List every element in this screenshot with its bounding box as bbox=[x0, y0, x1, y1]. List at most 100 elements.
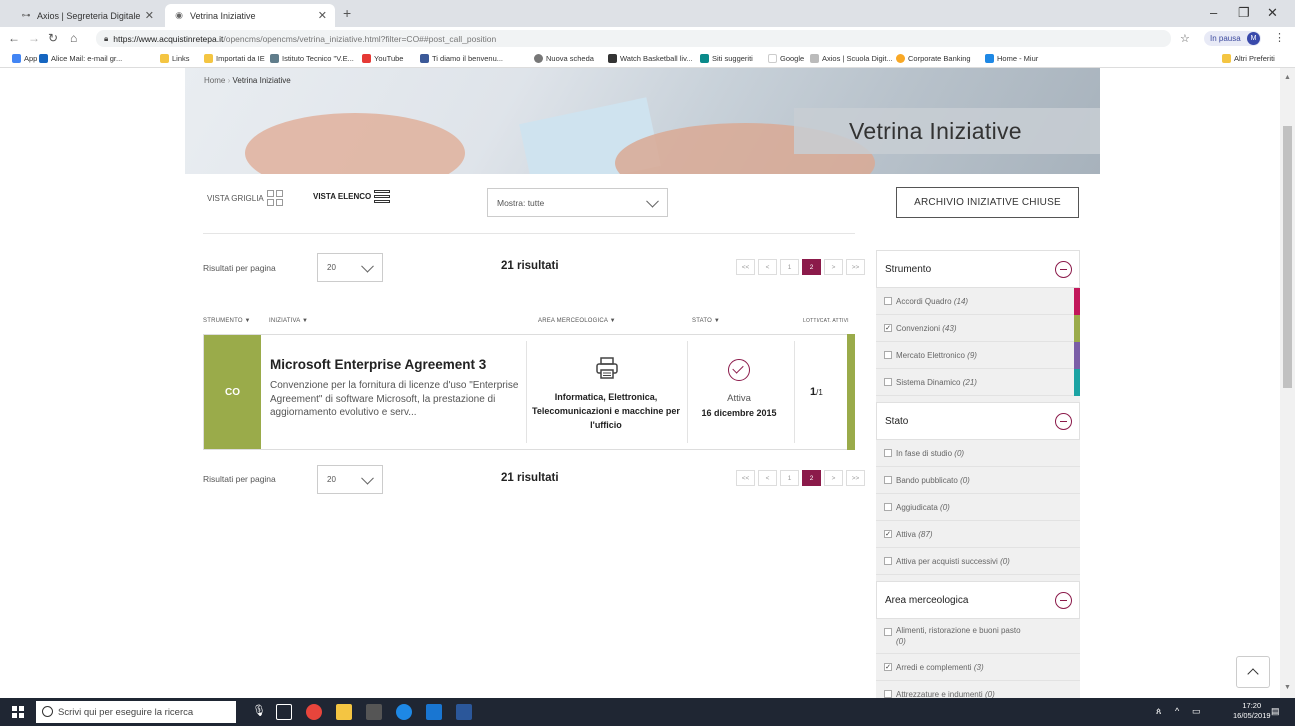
filter-accordi-quadro[interactable]: Accordi Quadro (14) bbox=[876, 288, 1080, 315]
checkbox[interactable] bbox=[884, 378, 892, 386]
filter-attrezzature[interactable]: Attrezzature e indumenti (0) bbox=[876, 681, 1080, 698]
filter-aggiudicata[interactable]: Aggiudicata (0) bbox=[876, 494, 1080, 521]
back-icon[interactable]: ← bbox=[8, 31, 20, 45]
menu-kebab-icon[interactable]: ⋮ bbox=[1274, 31, 1285, 44]
filter-stato-header[interactable]: Stato bbox=[876, 402, 1080, 440]
windows-start-icon[interactable] bbox=[12, 706, 24, 718]
filter-in-fase-di-studio[interactable]: In fase di studio (0) bbox=[876, 440, 1080, 467]
checkbox-checked[interactable]: ✓ bbox=[884, 530, 892, 538]
filter-attiva-acquisti-successivi[interactable]: Attiva per acquisti successivi (0) bbox=[876, 548, 1080, 575]
checkbox[interactable] bbox=[884, 351, 892, 359]
col-strumento[interactable]: STRUMENTO ▼ bbox=[203, 318, 251, 324]
pager-page-2[interactable]: 2 bbox=[802, 470, 821, 486]
bookmark-istituto[interactable]: Istituto Tecnico "V.E... bbox=[270, 54, 354, 63]
tab-axios[interactable]: ⊶ Axios | Segreteria Digitale ✕ bbox=[12, 4, 162, 27]
profile-button[interactable]: In pausa M bbox=[1204, 31, 1261, 46]
page-scrollbar[interactable]: ▲ ▼ bbox=[1280, 68, 1295, 698]
task-view-icon[interactable] bbox=[276, 704, 292, 720]
filter-select[interactable]: Mostra: tutte bbox=[487, 188, 668, 217]
url-field[interactable]: 🔒︎ https://www.acquistinretepa.it/opencm… bbox=[96, 30, 1171, 47]
pager-last[interactable]: >> bbox=[846, 259, 865, 275]
home-icon[interactable]: ⌂ bbox=[70, 31, 77, 45]
pager-first[interactable]: << bbox=[736, 470, 755, 486]
bookmark-corporate[interactable]: Corporate Banking bbox=[896, 54, 971, 63]
checkbox[interactable] bbox=[884, 449, 892, 457]
collapse-minus-icon[interactable] bbox=[1055, 261, 1072, 278]
close-tab-icon[interactable]: ✕ bbox=[318, 9, 327, 22]
bookmark-youtube[interactable]: YouTube bbox=[362, 54, 403, 63]
reload-icon[interactable]: ↻ bbox=[48, 31, 58, 45]
checkbox[interactable] bbox=[884, 503, 892, 511]
col-area[interactable]: AREA MERCEOLOGICA ▼ bbox=[538, 318, 616, 324]
forward-icon[interactable]: → bbox=[28, 31, 40, 45]
filter-area-header[interactable]: Area merceologica bbox=[876, 581, 1080, 619]
scroll-up-icon[interactable]: ▲ bbox=[1284, 74, 1291, 81]
notifications-icon[interactable]: ▤ bbox=[1271, 706, 1280, 717]
breadcrumb-home[interactable]: Home bbox=[204, 76, 225, 85]
edge-icon[interactable] bbox=[396, 704, 412, 720]
pager-prev[interactable]: < bbox=[758, 259, 777, 275]
filter-arredi[interactable]: ✓ Arredi e complementi (3) bbox=[876, 654, 1080, 681]
pager-prev[interactable]: < bbox=[758, 470, 777, 486]
bookmark-links[interactable]: Links bbox=[160, 54, 190, 63]
initiative-title[interactable]: Microsoft Enterprise Agreement 3 bbox=[270, 357, 486, 372]
chrome-icon[interactable] bbox=[306, 704, 322, 720]
calculator-icon[interactable] bbox=[366, 704, 382, 720]
bookmark-axios-scuola[interactable]: Axios | Scuola Digit... bbox=[810, 54, 893, 63]
bookmark-alice[interactable]: Alice Mail: e-mail gr... bbox=[39, 54, 122, 63]
pager-page-1[interactable]: 1 bbox=[780, 470, 799, 486]
people-icon[interactable]: ጰ bbox=[1156, 706, 1161, 717]
bookmark-miur[interactable]: Home - Miur bbox=[985, 54, 1038, 63]
file-explorer-icon[interactable] bbox=[336, 704, 352, 720]
checkbox[interactable] bbox=[884, 297, 892, 305]
collapse-minus-icon[interactable] bbox=[1055, 413, 1072, 430]
checkbox[interactable] bbox=[884, 557, 892, 565]
tab-vetrina[interactable]: ◉ Vetrina Iniziative ✕ bbox=[165, 4, 335, 27]
bookmark-facebook[interactable]: Ti diamo il benvenu... bbox=[420, 54, 503, 63]
table-row[interactable]: CO Microsoft Enterprise Agreement 3 Conv… bbox=[203, 334, 855, 450]
checkbox-checked[interactable]: ✓ bbox=[884, 324, 892, 332]
word-icon[interactable] bbox=[456, 704, 472, 720]
filter-mercato-elettronico[interactable]: Mercato Elettronico (9) bbox=[876, 342, 1080, 369]
taskbar-clock[interactable]: 17:20 16/05/2019 bbox=[1233, 701, 1271, 721]
pager-last[interactable]: >> bbox=[846, 470, 865, 486]
per-page-select[interactable]: 20 bbox=[317, 253, 383, 282]
microphone-icon[interactable]: 🎙︎ bbox=[252, 704, 268, 720]
network-icon[interactable]: ▭ bbox=[1192, 706, 1201, 717]
checkbox-checked[interactable]: ✓ bbox=[884, 663, 892, 671]
filter-strumento-header[interactable]: Strumento bbox=[876, 250, 1080, 288]
app-icon[interactable] bbox=[426, 704, 442, 720]
minimize-icon[interactable]: – bbox=[1210, 5, 1217, 20]
col-iniziativa[interactable]: INIZIATIVA ▼ bbox=[269, 318, 308, 324]
filter-alimenti[interactable]: Alimenti, ristorazione e buoni pasto (0) bbox=[876, 619, 1080, 654]
taskbar-search-input[interactable]: Scrivi qui per eseguire la ricerca bbox=[36, 701, 236, 723]
bookmark-star-icon[interactable]: ☆ bbox=[1180, 32, 1190, 45]
pager-page-1[interactable]: 1 bbox=[780, 259, 799, 275]
new-tab-icon[interactable]: + bbox=[343, 5, 351, 21]
collapse-minus-icon[interactable] bbox=[1055, 592, 1072, 609]
close-tab-icon[interactable]: ✕ bbox=[145, 9, 154, 22]
scroll-down-icon[interactable]: ▼ bbox=[1284, 684, 1291, 691]
bookmark-basketball[interactable]: Watch Basketball liv... bbox=[608, 54, 693, 63]
maximize-icon[interactable]: ❐ bbox=[1238, 5, 1250, 21]
pager-page-2[interactable]: 2 bbox=[802, 259, 821, 275]
checkbox[interactable] bbox=[884, 690, 892, 698]
view-list-toggle[interactable]: VISTA ELENCO bbox=[313, 190, 391, 203]
filter-sistema-dinamico[interactable]: Sistema Dinamico (21) bbox=[876, 369, 1080, 396]
per-page-select-bottom[interactable]: 20 bbox=[317, 465, 383, 494]
scrollbar-thumb[interactable] bbox=[1283, 126, 1292, 388]
filter-attiva[interactable]: ✓ Attiva (87) bbox=[876, 521, 1080, 548]
tray-chevron-icon[interactable]: ^ bbox=[1175, 706, 1179, 716]
pager-next[interactable]: > bbox=[824, 470, 843, 486]
scroll-to-top-button[interactable] bbox=[1236, 656, 1270, 688]
col-stato[interactable]: STATO ▼ bbox=[692, 318, 720, 324]
pager-first[interactable]: << bbox=[736, 259, 755, 275]
filter-bando-pubblicato[interactable]: Bando pubblicato (0) bbox=[876, 467, 1080, 494]
bookmark-google[interactable]: Google bbox=[768, 54, 804, 63]
bookmark-importati[interactable]: Importati da IE bbox=[204, 54, 265, 63]
checkbox[interactable] bbox=[884, 476, 892, 484]
checkbox[interactable] bbox=[884, 628, 892, 636]
archive-closed-button[interactable]: ARCHIVIO INIZIATIVE CHIUSE bbox=[896, 187, 1079, 218]
pager-next[interactable]: > bbox=[824, 259, 843, 275]
bookmark-nuova-scheda[interactable]: Nuova scheda bbox=[534, 54, 594, 63]
